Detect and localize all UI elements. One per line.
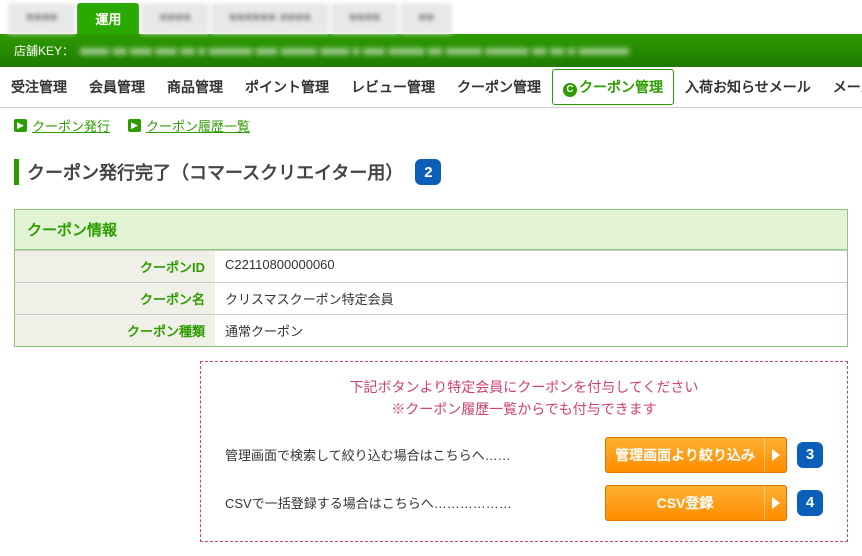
sublink-coupon-history[interactable]: クーポン履歴一覧 (146, 116, 250, 135)
top-tabs: ■■■■ 運用 ■■■■ ■■■■■■ ■■■■ ■■■■ ■■ (0, 0, 862, 34)
sub-links: ▶ クーポン発行 ▶ クーポン履歴一覧 (0, 108, 862, 143)
note-line-1: 下記ボタンより特定会員にクーポンを付与してください (225, 376, 823, 398)
page-title-row: クーポン発行完了（コマースクリエイター用） 2 (0, 143, 862, 195)
table-row: クーポンID C22110800000060 (15, 250, 847, 282)
step-badge-4: 4 (797, 490, 823, 516)
label-coupon-type: クーポン種類 (15, 315, 215, 346)
store-key-label: 店舗KEY： (14, 42, 74, 59)
main-nav: 受注管理 会員管理 商品管理 ポイント管理 レビュー管理 クーポン管理 Cクーポ… (0, 67, 862, 108)
step-badge-2: 2 (415, 159, 441, 185)
table-row: クーポン名 クリスマスクーポン特定会員 (15, 282, 847, 314)
nav-coupons[interactable]: クーポン管理 (446, 67, 552, 107)
nav-mailmag[interactable]: メールマガジン (822, 67, 862, 107)
sublink-coupon-issue[interactable]: クーポン発行 (32, 116, 110, 135)
button-label: 管理画面より絞り込み (606, 438, 764, 472)
top-tab[interactable]: ■■ (400, 3, 452, 34)
csv-register-button[interactable]: CSV登録 (605, 485, 787, 521)
page-title: クーポン発行完了（コマースクリエイター用） (14, 159, 403, 185)
coupon-info-table: クーポン情報 クーポンID C22110800000060 クーポン名 クリスマ… (14, 209, 848, 347)
nav-members[interactable]: 会員管理 (78, 67, 156, 107)
store-key-value: ■■■■ ■■ ■■■ ■■■ ■■ ■ ■■■■■■ ■■■ ■■■■■ ■■… (80, 44, 848, 58)
arrow-icon: ▶ (128, 119, 141, 132)
nav-arrival-mail[interactable]: 入荷お知らせメール (674, 67, 822, 107)
top-tab[interactable]: ■■■■ (8, 3, 75, 34)
table-row: クーポン種類 通常クーポン (15, 314, 847, 346)
nav-coupons-cc[interactable]: Cクーポン管理 (552, 67, 674, 107)
action-row: CSVで一括登録する場合はこちらへ……………… CSV登録 4 (225, 485, 823, 521)
action-row: 管理画面で検索して絞り込む場合はこちらへ…… 管理画面より絞り込み 3 (225, 437, 823, 473)
nav-orders[interactable]: 受注管理 (0, 67, 78, 107)
value-coupon-name: クリスマスクーポン特定会員 (215, 283, 847, 314)
label-coupon-name: クーポン名 (15, 283, 215, 314)
value-coupon-type: 通常クーポン (215, 315, 847, 346)
top-tab[interactable]: ■■■■ (141, 3, 208, 34)
top-tab[interactable]: ■■■■■■ ■■■■ (211, 3, 329, 34)
top-tab[interactable]: ■■■■ (331, 3, 398, 34)
chevron-right-icon (764, 486, 786, 520)
action-note: 下記ボタンより特定会員にクーポンを付与してください ※クーポン履歴一覧からでも付… (225, 376, 823, 421)
action-box: 下記ボタンより特定会員にクーポンを付与してください ※クーポン履歴一覧からでも付… (200, 361, 848, 542)
arrow-icon: ▶ (14, 119, 27, 132)
cc-icon: C (563, 83, 577, 97)
nav-label: クーポン管理 (579, 79, 663, 95)
nav-points[interactable]: ポイント管理 (234, 67, 340, 107)
chevron-right-icon (764, 438, 786, 472)
nav-reviews[interactable]: レビュー管理 (340, 67, 446, 107)
action-text-filter: 管理画面で検索して絞り込む場合はこちらへ…… (225, 445, 595, 464)
store-key-bar: 店舗KEY： ■■■■ ■■ ■■■ ■■■ ■■ ■ ■■■■■■ ■■■ ■… (0, 34, 862, 67)
filter-admin-button[interactable]: 管理画面より絞り込み (605, 437, 787, 473)
value-coupon-id: C22110800000060 (215, 251, 847, 282)
step-badge-3: 3 (797, 442, 823, 468)
top-tab-active[interactable]: 運用 (77, 3, 139, 34)
action-text-csv: CSVで一括登録する場合はこちらへ……………… (225, 493, 595, 512)
label-coupon-id: クーポンID (15, 251, 215, 282)
nav-products[interactable]: 商品管理 (156, 67, 234, 107)
info-header: クーポン情報 (15, 210, 847, 250)
note-line-2: ※クーポン履歴一覧からでも付与できます (225, 398, 823, 420)
button-label: CSV登録 (606, 486, 764, 520)
